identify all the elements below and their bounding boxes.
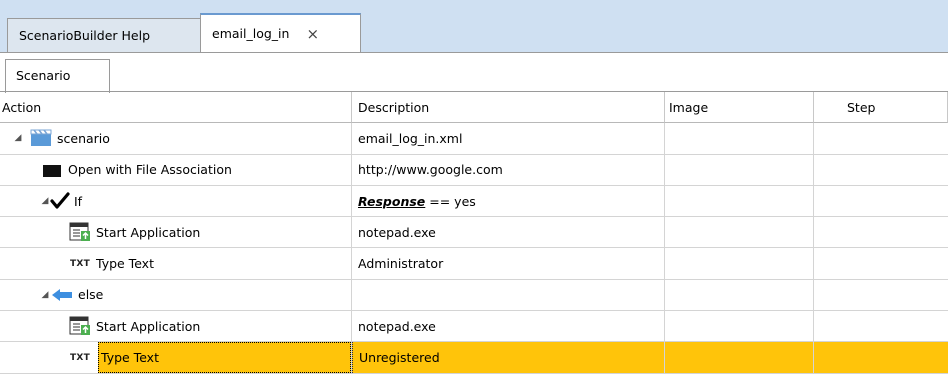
step-cell <box>814 217 948 249</box>
tab-email-log-in[interactable]: email_log_in × <box>200 13 361 52</box>
action-label: Start Application <box>96 318 201 334</box>
step-cell <box>814 155 948 186</box>
description-cell: Administrator <box>352 248 665 280</box>
action-label: Type Text <box>96 256 154 272</box>
clapperboard-icon <box>29 128 53 148</box>
step-cell <box>814 311 948 343</box>
action-label: If <box>74 193 83 209</box>
description-cell: http://www.google.com <box>352 154 665 186</box>
tree-row[interactable]: Start Application notepad.exe <box>0 217 948 249</box>
image-cell <box>665 342 814 374</box>
description-cell: Unregistered <box>352 342 665 374</box>
tab-scenario[interactable]: Scenario <box>5 59 110 93</box>
tab-label: ScenarioBuilder Help <box>19 28 151 43</box>
step-cell <box>814 186 948 218</box>
image-cell <box>665 248 814 280</box>
image-cell <box>665 279 814 312</box>
image-cell <box>665 154 814 186</box>
column-header-description[interactable]: Description <box>352 92 665 124</box>
action-label: Open with File Association <box>68 162 232 178</box>
folder-icon <box>40 160 64 180</box>
tree-row[interactable]: ◢ scenario email_log_in.xml <box>0 123 948 155</box>
tree-row[interactable]: ◢ If Response == yes <box>0 185 948 218</box>
tab-label: Scenario <box>16 68 71 83</box>
document-tab-strip: ScenarioBuilder Help email_log_in × <box>0 0 948 52</box>
tree-row[interactable]: Open with File Association http://www.go… <box>0 154 948 186</box>
description-cell: notepad.exe <box>352 217 665 249</box>
step-cell <box>814 280 948 312</box>
type-text-icon: TXT <box>69 352 91 363</box>
description-cell: notepad.exe <box>352 311 665 343</box>
action-label: else <box>78 287 104 303</box>
action-label: Type Text <box>98 342 351 373</box>
scenario-tree-grid: Action Description Image Step ◢ scenario… <box>0 92 948 374</box>
collapse-toggle-icon[interactable]: ◢ <box>40 196 50 206</box>
step-cell <box>814 248 948 280</box>
tree-row[interactable]: TXT Type Text Administrator <box>0 248 948 280</box>
image-cell <box>665 217 814 249</box>
column-header-row: Action Description Image Step <box>0 92 948 124</box>
close-icon[interactable]: × <box>306 25 319 43</box>
variable-name: Response <box>358 193 426 209</box>
description-cell <box>352 279 665 312</box>
view-tab-bar: Scenario <box>0 52 948 93</box>
description-cell: email_log_in.xml <box>352 123 665 155</box>
tree-row[interactable]: ◢ else <box>0 279 948 312</box>
collapse-toggle-icon[interactable]: ◢ <box>13 133 23 143</box>
checkmark-icon <box>50 191 70 211</box>
description-cell: Response == yes <box>352 185 665 218</box>
step-cell <box>814 342 948 374</box>
action-label: Start Application <box>96 224 201 240</box>
start-application-icon <box>68 222 92 242</box>
column-header-image[interactable]: Image <box>665 92 814 124</box>
column-header-action[interactable]: Action <box>0 92 352 124</box>
tree-row-selected[interactable]: TXT Type Text Unregistered <box>0 342 948 374</box>
image-cell <box>665 311 814 343</box>
start-application-icon <box>68 316 92 336</box>
collapse-toggle-icon[interactable]: ◢ <box>40 290 50 300</box>
condition-text: == yes <box>425 193 476 209</box>
image-cell <box>665 123 814 155</box>
tree-row[interactable]: Start Application notepad.exe <box>0 311 948 343</box>
step-cell <box>814 123 948 155</box>
description-text: Unregistered <box>352 342 440 373</box>
type-text-icon: TXT <box>69 258 91 269</box>
image-cell <box>665 185 814 218</box>
left-arrow-icon <box>50 285 74 305</box>
column-header-step[interactable]: Step <box>814 92 948 124</box>
tab-scenariobuilder-help[interactable]: ScenarioBuilder Help <box>7 18 201 52</box>
tab-label: email_log_in <box>212 26 290 41</box>
action-label: scenario <box>57 130 110 146</box>
